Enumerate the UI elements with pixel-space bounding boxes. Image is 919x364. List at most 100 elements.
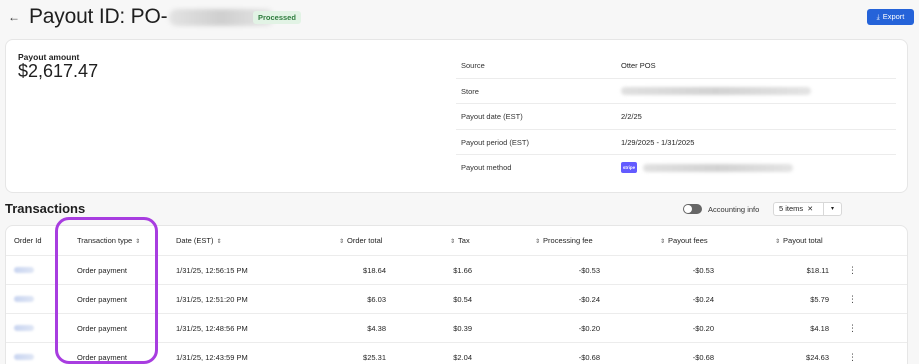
table-row[interactable]: Order payment 1/31/25, 12:43:59 PM $25.3…: [6, 343, 907, 364]
detail-label: Payout method: [461, 163, 512, 172]
detail-value-redacted: [621, 79, 811, 104]
table-row[interactable]: Order payment 1/31/25, 12:48:56 PM $4.38…: [6, 314, 907, 343]
column-header-payout-total[interactable]: ⇕ Payout total: [772, 226, 823, 257]
cell-tax: $0.39: [453, 324, 472, 333]
cell-processing-fee: -$0.24: [578, 295, 600, 304]
cell-payout-total: $24.63: [806, 353, 829, 362]
column-header-processing-fee[interactable]: ⇕ Processing fee: [532, 226, 593, 257]
cell-tax: $2.04: [453, 353, 472, 362]
column-header-date[interactable]: Date (EST) ⇕: [176, 226, 225, 257]
redacted-store: [621, 87, 811, 95]
column-header-transaction-type[interactable]: Transaction type ⇕: [77, 226, 143, 257]
redacted-order-id: [14, 354, 34, 360]
column-header-order-total[interactable]: ⇕ Order total: [336, 226, 382, 257]
column-header-label: Transaction type: [77, 236, 133, 245]
toggle-knob: [684, 205, 692, 213]
transactions-table: Order Id Transaction type ⇕ Date (EST) ⇕ ⇕…: [5, 225, 908, 364]
transactions-title: Transactions: [5, 201, 86, 216]
order-id-redacted[interactable]: [14, 314, 34, 343]
page-title-text: Payout ID: PO-: [29, 5, 168, 28]
status-badge: Processed: [253, 11, 301, 24]
column-header-label: Payout total: [783, 236, 823, 245]
sort-icon: ⇕: [660, 239, 666, 245]
cell-tax: $1.66: [453, 266, 472, 275]
accounting-info-toggle-wrap: Accounting info: [683, 204, 759, 214]
cell-order-total: $6.03: [367, 295, 386, 304]
cell-date: 1/31/25, 12:51:20 PM: [176, 295, 248, 304]
sort-icon: ⇕: [339, 239, 345, 245]
cell-processing-fee: -$0.53: [578, 266, 600, 275]
cell-tax: $0.54: [453, 295, 472, 304]
accounting-info-toggle[interactable]: [683, 204, 702, 214]
detail-value: 2/2/25: [621, 112, 642, 121]
cell-payout-total: $4.18: [810, 324, 829, 333]
detail-row-payout-date: Payout date (EST) 2/2/25: [456, 104, 896, 130]
cell-payout-fees: -$0.68: [692, 353, 714, 362]
payout-details-list: Source Otter POS Store Payout date (EST)…: [456, 53, 896, 181]
more-options-icon[interactable]: ⋮: [848, 256, 857, 285]
items-filter: 5 items ✕ ▾: [773, 202, 842, 216]
detail-row-payout-method: Payout method stripe: [456, 155, 896, 181]
accounting-info-label: Accounting info: [708, 204, 760, 214]
cell-payout-fees: -$0.53: [692, 266, 714, 275]
detail-row-payout-period: Payout period (EST) 1/29/2025 - 1/31/202…: [456, 130, 896, 155]
cell-order-total: $4.38: [367, 324, 386, 333]
sort-icon: ⇕: [216, 239, 222, 245]
cell-processing-fee: -$0.68: [578, 353, 600, 362]
payout-amount-value: $2,617.47: [18, 61, 99, 81]
sort-icon: ⇕: [775, 239, 781, 245]
cell-transaction-type: Order payment: [77, 324, 128, 333]
export-button[interactable]: ⤓ Export: [867, 9, 914, 25]
detail-label: Payout date (EST): [461, 112, 523, 121]
sort-icon: ⇕: [450, 239, 456, 245]
cell-order-total: $25.31: [363, 353, 386, 362]
redacted-order-id: [14, 325, 34, 331]
redacted-order-id: [14, 296, 34, 302]
page-title: Payout ID: PO-: [29, 5, 275, 29]
column-header-label: Processing fee: [543, 236, 593, 245]
more-options-icon[interactable]: ⋮: [848, 314, 857, 343]
payout-detail-page: ← Payout ID: PO- Processed ⤓ Export Payou…: [0, 0, 919, 364]
order-id-redacted[interactable]: [14, 343, 34, 364]
order-id-redacted[interactable]: [14, 285, 34, 314]
export-label: Export: [882, 12, 905, 21]
sort-icon: ⇕: [135, 239, 141, 245]
cell-payout-fees: -$0.24: [692, 295, 714, 304]
cell-date: 1/31/25, 12:48:56 PM: [176, 324, 248, 333]
more-options-icon[interactable]: ⋮: [848, 343, 857, 364]
column-header-label: Date (EST): [176, 236, 214, 245]
close-icon[interactable]: ✕: [807, 206, 813, 213]
detail-value: 1/29/2025 - 1/31/2025: [621, 137, 695, 147]
cell-transaction-type: Order payment: [77, 295, 128, 304]
column-header-tax[interactable]: ⇕ Tax: [447, 226, 470, 257]
items-filter-chip[interactable]: 5 items ✕: [774, 203, 824, 215]
back-arrow-icon[interactable]: ←: [8, 10, 20, 24]
detail-value: Otter POS: [621, 61, 656, 70]
detail-row-source: Source Otter POS: [456, 53, 896, 79]
table-row[interactable]: Order payment 1/31/25, 12:56:15 PM $18.6…: [6, 256, 907, 285]
column-header-label: Tax: [458, 236, 470, 245]
redacted-method: [643, 163, 793, 172]
order-id-redacted[interactable]: [14, 256, 34, 285]
cell-date: 1/31/25, 12:56:15 PM: [176, 266, 248, 275]
sort-icon: ⇕: [535, 239, 541, 245]
stripe-logo-icon: stripe: [621, 162, 637, 173]
cell-payout-total: $5.79: [810, 295, 829, 304]
detail-label: Store: [461, 86, 479, 96]
more-options-icon[interactable]: ⋮: [848, 285, 857, 314]
chevron-down-icon[interactable]: ▾: [824, 203, 841, 215]
table-header-row: Order Id Transaction type ⇕ Date (EST) ⇕ ⇕…: [6, 226, 907, 257]
cell-order-total: $18.64: [363, 266, 386, 275]
column-header-payout-fees[interactable]: ⇕ Payout fees: [657, 226, 708, 257]
cell-processing-fee: -$0.20: [578, 324, 600, 333]
detail-value-method: stripe: [621, 155, 793, 180]
column-header-order-id[interactable]: Order Id: [14, 226, 42, 256]
cell-payout-total: $18.11: [806, 266, 829, 275]
table-row[interactable]: Order payment 1/31/25, 12:51:20 PM $6.03…: [6, 285, 907, 314]
redacted-order-id: [14, 267, 34, 273]
detail-label: Payout period (EST): [461, 137, 529, 147]
column-header-label: Order total: [347, 236, 383, 245]
items-filter-label: 5 items: [779, 204, 804, 213]
cell-payout-fees: -$0.20: [692, 324, 714, 333]
detail-label: Source: [461, 61, 485, 70]
